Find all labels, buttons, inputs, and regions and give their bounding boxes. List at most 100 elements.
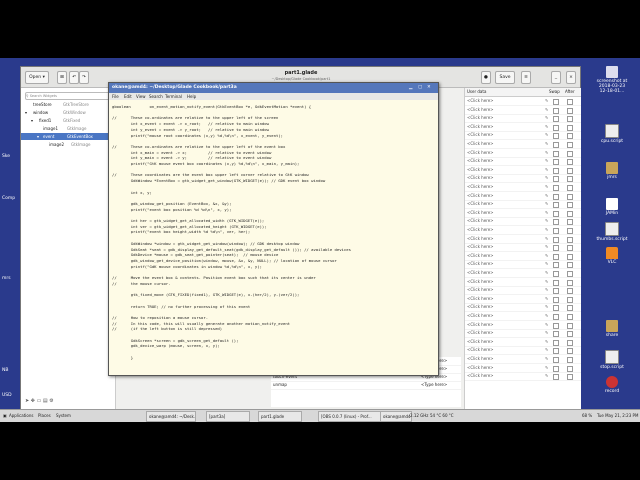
edit-icon[interactable]: ✎ xyxy=(545,346,548,354)
user-data-cell[interactable]: <Click here> xyxy=(467,200,494,208)
edit-icon[interactable]: ✎ xyxy=(545,321,548,329)
user-data-cell[interactable]: <Click here> xyxy=(467,97,494,105)
swap-checkbox[interactable] xyxy=(553,279,559,286)
swap-checkbox[interactable] xyxy=(553,202,559,209)
after-checkbox[interactable] xyxy=(567,185,573,191)
edit-icon[interactable]: ✎ xyxy=(545,329,548,337)
swap-checkbox[interactable] xyxy=(553,357,559,363)
swap-checkbox[interactable] xyxy=(553,348,559,355)
after-checkbox[interactable] xyxy=(567,124,573,131)
code-area[interactable]: gboolean on_event_motion_notify_event(Gt… xyxy=(109,100,438,375)
after-checkbox[interactable] xyxy=(567,99,573,105)
edit-icon[interactable]: ✎ xyxy=(545,192,548,200)
menu-view[interactable]: View xyxy=(136,93,146,100)
user-data-cell[interactable]: <Click here> xyxy=(467,192,494,200)
new-button[interactable]: ⊞ xyxy=(57,71,67,84)
after-checkbox[interactable] xyxy=(567,193,573,200)
menu-button[interactable]: ≡ xyxy=(521,71,531,84)
edit-icon[interactable]: ✎ xyxy=(545,312,548,320)
edit-icon[interactable]: ✎ xyxy=(545,140,548,148)
swap-checkbox[interactable] xyxy=(553,236,559,243)
user-data-cell[interactable]: <Click here> xyxy=(467,140,494,148)
expander-icon[interactable]: ▾ xyxy=(31,117,33,124)
edit-icon[interactable]: ✎ xyxy=(545,174,548,182)
edit-icon[interactable]: ✎ xyxy=(545,364,548,372)
after-checkbox[interactable] xyxy=(567,176,573,183)
task-button[interactable]: [part3a] xyxy=(206,411,250,422)
menu-search[interactable]: Search xyxy=(149,93,163,100)
user-data-cell[interactable]: <Click here> xyxy=(467,209,494,217)
swap-checkbox[interactable] xyxy=(553,245,559,252)
edit-icon[interactable]: ✎ xyxy=(545,252,548,260)
swap-checkbox[interactable] xyxy=(553,185,559,191)
swap-checkbox[interactable] xyxy=(553,314,559,320)
user-data-cell[interactable]: <Click here> xyxy=(467,372,494,380)
after-checkbox[interactable] xyxy=(567,331,573,338)
after-checkbox[interactable] xyxy=(567,374,573,381)
menu-edit[interactable]: Edit xyxy=(124,93,132,100)
signal-handler[interactable]: <Type here> xyxy=(421,381,447,389)
after-checkbox[interactable] xyxy=(567,107,573,114)
edit-icon[interactable]: ✎ xyxy=(545,269,548,277)
desktop-icon-stop-script[interactable]: stop.script xyxy=(596,350,628,370)
after-checkbox[interactable] xyxy=(567,365,573,372)
expander-icon[interactable]: ▾ xyxy=(25,109,27,116)
desktop-icon-vlc[interactable]: VLC xyxy=(596,247,628,265)
swap-checkbox[interactable] xyxy=(553,296,559,303)
after-checkbox[interactable] xyxy=(567,288,573,295)
minimize-button[interactable]: _ xyxy=(551,71,561,84)
search-widgets-input[interactable]: ⚲ Search Widgets xyxy=(25,92,111,100)
tree-row[interactable]: image2 GtkImage xyxy=(21,141,115,148)
after-checkbox[interactable] xyxy=(567,210,573,217)
desktop-icon-thumbs-script[interactable]: thumbs.script xyxy=(596,222,628,242)
task-button[interactable]: [OBS 0.0.7 (linux) - Prof... xyxy=(318,411,384,422)
after-checkbox[interactable] xyxy=(567,159,573,166)
after-checkbox[interactable] xyxy=(567,262,573,269)
after-checkbox[interactable] xyxy=(567,116,573,123)
redo-button[interactable]: ↷ xyxy=(79,71,89,84)
user-data-cell[interactable]: <Click here> xyxy=(467,131,494,139)
user-data-cell[interactable]: <Click here> xyxy=(467,174,494,182)
user-data-cell[interactable]: <Click here> xyxy=(467,226,494,234)
after-checkbox[interactable] xyxy=(567,228,573,234)
swap-checkbox[interactable] xyxy=(553,219,559,226)
swap-checkbox[interactable] xyxy=(553,305,559,312)
after-checkbox[interactable] xyxy=(567,271,573,277)
user-data-cell[interactable]: <Click here> xyxy=(467,269,494,277)
swap-checkbox[interactable] xyxy=(553,271,559,277)
swap-checkbox[interactable] xyxy=(553,210,559,217)
edit-icon[interactable]: ✎ xyxy=(545,243,548,251)
after-checkbox[interactable] xyxy=(567,348,573,355)
user-data-cell[interactable]: <Click here> xyxy=(467,243,494,251)
tree-row[interactable]: ▾ window GtkWindow xyxy=(21,109,115,116)
user-data-cell[interactable]: <Click here> xyxy=(467,338,494,346)
swap-checkbox[interactable] xyxy=(553,99,559,105)
user-data-cell[interactable]: <Click here> xyxy=(467,157,494,165)
menu-terminal[interactable]: Terminal xyxy=(165,93,182,100)
places-menu[interactable]: Places xyxy=(38,410,51,422)
after-checkbox[interactable] xyxy=(567,142,573,148)
terminal-titlebar[interactable]: okane@amd4: ~/Desktop/Glade Cookbook/par… xyxy=(109,83,438,93)
close-button[interactable]: × xyxy=(566,71,576,84)
swap-checkbox[interactable] xyxy=(553,124,559,131)
edit-icon[interactable]: ✎ xyxy=(545,295,548,303)
task-button[interactable]: okane@amd4: ~/Desk... xyxy=(146,411,196,422)
user-data-cell[interactable]: <Click here> xyxy=(467,303,494,311)
edit-icon[interactable]: ✎ xyxy=(545,114,548,122)
swap-checkbox[interactable] xyxy=(553,253,559,260)
user-data-cell[interactable]: <Click here> xyxy=(467,295,494,303)
after-checkbox[interactable] xyxy=(567,236,573,243)
swap-checkbox[interactable] xyxy=(553,322,559,329)
volume-level[interactable]: 68 % xyxy=(582,410,592,422)
undo-button[interactable]: ↶ xyxy=(69,71,79,84)
after-checkbox[interactable] xyxy=(567,322,573,329)
tree-row-selected[interactable]: ▾ event GtkEventBox xyxy=(21,133,115,140)
swap-checkbox[interactable] xyxy=(553,176,559,183)
edit-icon[interactable]: ✎ xyxy=(545,235,548,243)
after-checkbox[interactable] xyxy=(567,167,573,174)
after-checkbox[interactable] xyxy=(567,314,573,320)
settings-icon[interactable]: ⚙ xyxy=(49,398,53,404)
user-data-cell[interactable]: <Click here> xyxy=(467,149,494,157)
after-checkbox[interactable] xyxy=(567,296,573,303)
system-menu[interactable]: System xyxy=(56,410,71,422)
